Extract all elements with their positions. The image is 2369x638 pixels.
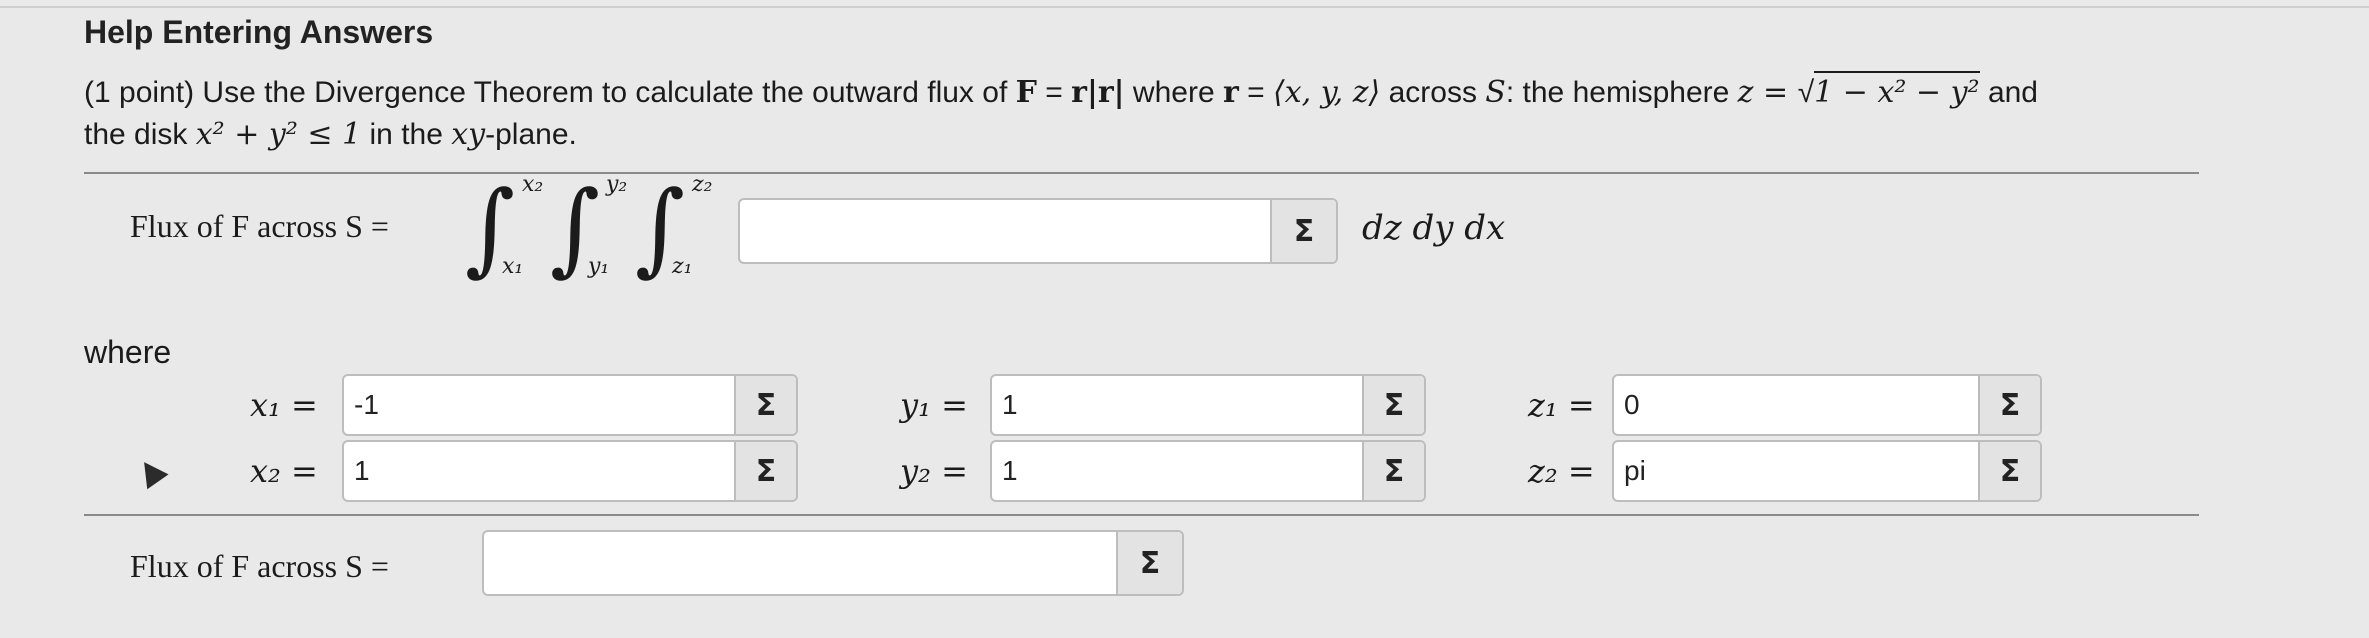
y1-field: Σ bbox=[990, 374, 1426, 436]
x1-label: x₁ = bbox=[250, 386, 318, 424]
flux-label: Flux of F across S = bbox=[130, 208, 389, 244]
across-word: across bbox=[1388, 76, 1477, 109]
y-upper-limit: y₂ bbox=[606, 172, 628, 197]
y1-label: y₁ = bbox=[900, 386, 968, 424]
x2-field: Σ bbox=[342, 440, 798, 502]
sqrt-symbol: √ bbox=[1797, 76, 1815, 109]
z1-input[interactable] bbox=[1614, 376, 1978, 434]
problem-text-1: Use the Divergence Theorem to calculate … bbox=[202, 76, 1008, 109]
vector-F: F bbox=[1015, 75, 1037, 110]
integrand-input[interactable] bbox=[740, 200, 1270, 262]
divider-2 bbox=[84, 514, 2199, 516]
x-lower-limit: x₁ bbox=[502, 254, 524, 279]
integrand-field: Σ bbox=[738, 198, 1338, 264]
surface-S: S bbox=[1485, 75, 1506, 110]
help-entering-answers-link[interactable]: Help Entering Answers bbox=[84, 14, 433, 51]
z2-input[interactable] bbox=[1614, 442, 1978, 500]
equals-sign: = bbox=[1036, 76, 1072, 109]
y2-input[interactable] bbox=[992, 442, 1362, 500]
x1-field: Σ bbox=[342, 374, 798, 436]
sigma-equation-editor-icon[interactable]: Σ bbox=[1978, 442, 2040, 500]
x2-label: x₂ = bbox=[250, 452, 318, 490]
r-definition: ⟨x, y, z⟩ bbox=[1273, 75, 1381, 110]
in-the-text: in the bbox=[369, 118, 443, 151]
z1-label: z₁ = bbox=[1528, 386, 1595, 424]
sigma-equation-editor-icon[interactable]: Σ bbox=[1362, 442, 1424, 500]
z2-label: z₂ = bbox=[1528, 452, 1595, 490]
hemisphere-text: : the hemisphere bbox=[1505, 76, 1730, 109]
differentials: dz dy dx bbox=[1362, 208, 1506, 248]
y2-field: Σ bbox=[990, 440, 1426, 502]
y-lower-limit: y₁ bbox=[588, 254, 610, 279]
problem-statement: (1 point) Use the Divergence Theorem to … bbox=[84, 71, 2284, 156]
z2-field: Σ bbox=[1612, 440, 2042, 502]
y1-input[interactable] bbox=[992, 376, 1362, 434]
vector-r: r bbox=[1222, 75, 1239, 110]
r-abs-r: r|r| bbox=[1071, 75, 1125, 110]
x-upper-limit: x₂ bbox=[522, 172, 544, 197]
xy-variables: xy bbox=[451, 117, 486, 152]
sigma-equation-editor-icon[interactable]: Σ bbox=[734, 442, 796, 500]
z-lower-limit: z₁ bbox=[672, 254, 693, 279]
disk-text: the disk bbox=[84, 118, 188, 151]
sigma-equation-editor-icon[interactable]: Σ bbox=[1116, 532, 1182, 594]
mouse-pointer-icon bbox=[133, 454, 169, 490]
points-label: (1 point) bbox=[84, 76, 195, 109]
final-flux-field: Σ bbox=[482, 530, 1184, 596]
where-word: where bbox=[1132, 76, 1215, 109]
z-upper-limit: z₂ bbox=[692, 172, 713, 197]
top-divider bbox=[0, 6, 2369, 8]
plane-text: -plane. bbox=[485, 118, 577, 151]
disk-inequality: x² + y² ≤ 1 bbox=[195, 117, 362, 152]
sigma-equation-editor-icon[interactable]: Σ bbox=[1362, 376, 1424, 434]
sigma-equation-editor-icon[interactable]: Σ bbox=[1270, 200, 1336, 262]
sigma-equation-editor-icon[interactable]: Σ bbox=[734, 376, 796, 434]
y2-label: y₂ = bbox=[900, 452, 968, 490]
and-word: and bbox=[1987, 76, 2038, 109]
x1-input[interactable] bbox=[344, 376, 734, 434]
where-label: where bbox=[84, 334, 172, 370]
sigma-equation-editor-icon[interactable]: Σ bbox=[1978, 376, 2040, 434]
x2-input[interactable] bbox=[344, 442, 734, 500]
sqrt-body: 1 − x² − y² bbox=[1814, 71, 1980, 110]
integral-expression: Flux of F across S = ∫ x₂ x₁ ∫ y₂ y₁ ∫ z… bbox=[130, 169, 1630, 288]
final-flux-label: Flux of F across S = bbox=[130, 548, 389, 584]
z-equals: z = bbox=[1737, 75, 1798, 110]
z1-field: Σ bbox=[1612, 374, 2042, 436]
final-flux-input[interactable] bbox=[484, 532, 1116, 594]
divider-1 bbox=[84, 172, 2199, 174]
